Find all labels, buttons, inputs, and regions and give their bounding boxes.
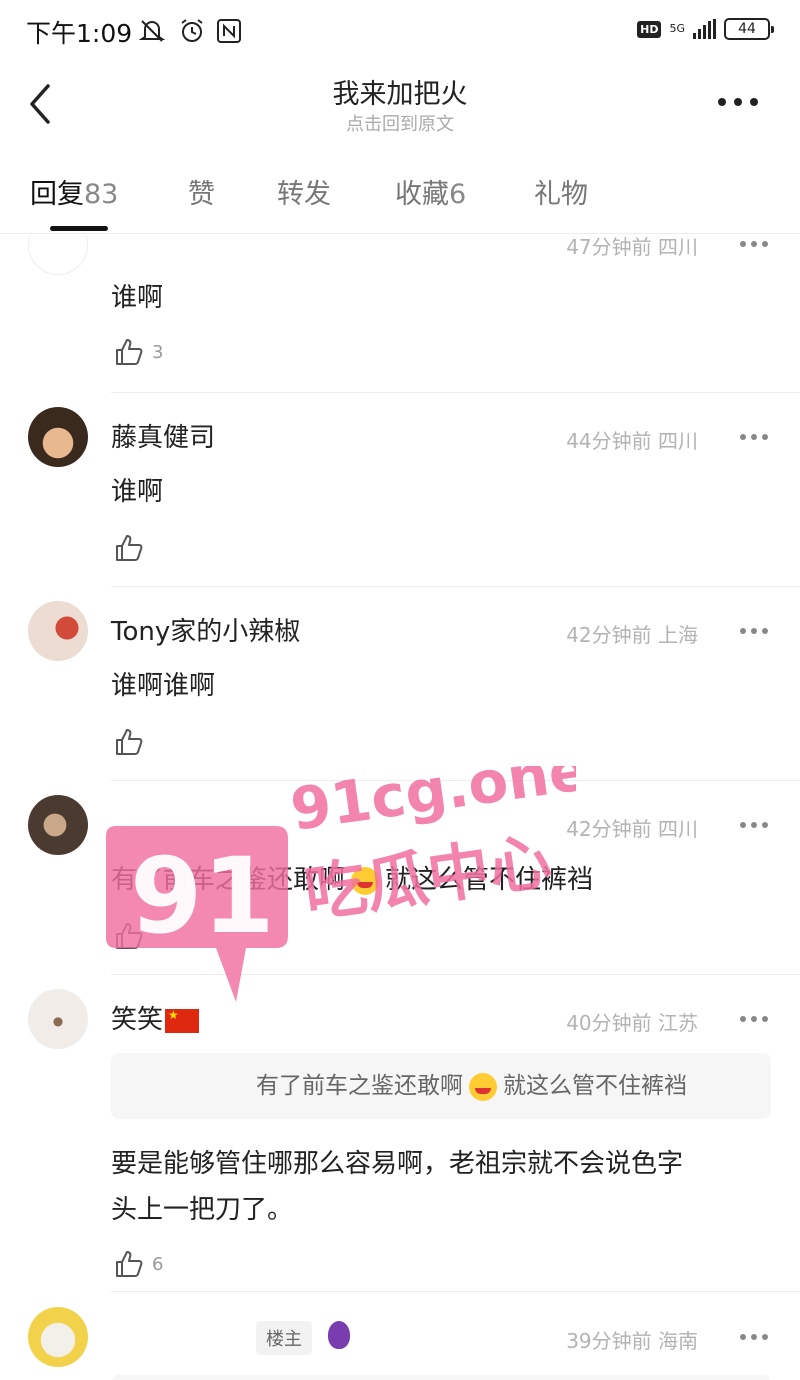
username[interactable]: 笑笑 (111, 999, 200, 1036)
divider (111, 780, 800, 781)
grin-sweat-emoji-icon (469, 1072, 497, 1101)
thumbs-up-icon (116, 1251, 143, 1277)
like-button[interactable]: 6 (114, 1249, 163, 1279)
username[interactable]: Tony家的小辣椒 (111, 611, 300, 648)
comment-more-icon[interactable] (740, 1016, 770, 1024)
more-options-icon[interactable] (718, 98, 760, 108)
back-to-original-link[interactable]: 点击回到原文 (0, 110, 800, 136)
comment-meta: 44分钟前 四川 (566, 429, 698, 453)
status-bar: 下午1:09 HD 5G 44 (0, 0, 800, 64)
comment-text: 谁啊 (111, 477, 164, 507)
hd-icon: HD (637, 20, 662, 38)
tab-bar: 回复83 赞 转发 收藏6 礼物 (0, 160, 800, 234)
comment-text: 谁啊 (111, 283, 164, 313)
divider (111, 1291, 800, 1292)
divider (111, 586, 800, 587)
alarm-icon (178, 14, 206, 48)
comment-more-icon[interactable] (740, 241, 770, 249)
battery-icon: 44 (724, 18, 774, 40)
avatar[interactable] (28, 795, 88, 855)
tab-reposts[interactable]: 转发 (277, 172, 331, 211)
comment-text: 谁啊谁啊 (111, 671, 216, 701)
comment-meta: 47分钟前 四川 (566, 235, 698, 259)
username[interactable]: 藤真健司 (111, 417, 215, 454)
signal-icon (693, 19, 716, 39)
like-count: 6 (152, 1253, 164, 1275)
avatar[interactable] (28, 601, 88, 661)
thumbs-up-icon (116, 535, 143, 561)
china-flag-icon (165, 1008, 200, 1033)
like-button[interactable] (114, 921, 144, 951)
nav-bar: 我来加把火 点击回到原文 (0, 64, 800, 144)
op-badge: 楼主 (256, 1321, 312, 1355)
tab-likes[interactable]: 赞 (188, 172, 215, 211)
comment-text: 要是能够管住哪那么容易啊，老祖宗就不会说色字 头上一把刀了。 (111, 1149, 684, 1225)
divider (111, 392, 800, 393)
status-time: 下午1:09 (26, 19, 133, 48)
avatar[interactable] (28, 989, 88, 1049)
network-label: 5G (669, 22, 685, 35)
tab-favorites[interactable]: 收藏6 (395, 172, 466, 211)
grin-sweat-emoji-icon (351, 866, 380, 895)
comment-more-icon[interactable] (740, 434, 770, 442)
like-button[interactable]: 3 (114, 337, 163, 367)
comment-more-icon[interactable] (740, 628, 770, 636)
active-tab-indicator (50, 226, 108, 231)
eggplant-icon (328, 1321, 350, 1349)
avatar[interactable] (28, 235, 88, 275)
divider (111, 974, 800, 975)
like-count: 3 (152, 341, 164, 363)
like-button[interactable] (114, 727, 144, 757)
comment-meta: 39分钟前 海南 (566, 1329, 698, 1353)
comment-text: 有了前车之鉴还敢啊 就这么管不住裤裆 (111, 865, 594, 895)
tab-replies[interactable]: 回复83 (30, 172, 118, 211)
thumbs-up-icon (116, 339, 143, 365)
thumbs-up-icon (116, 923, 143, 949)
comment-list[interactable]: 47分钟前 四川 谁啊 3 藤真健司 44分钟前 四川 谁啊 Tony家的小辣椒… (0, 235, 800, 1380)
comment-meta: 42分钟前 四川 (566, 817, 698, 841)
comment-more-icon[interactable] (740, 822, 770, 830)
like-button[interactable] (114, 533, 144, 563)
quoted-reply[interactable]: 有了前车之鉴还敢啊 就这么管不住裤裆 (111, 1053, 771, 1119)
comment-more-icon[interactable] (740, 1334, 770, 1342)
thumbs-up-icon (116, 729, 143, 755)
comment-meta: 42分钟前 上海 (566, 623, 698, 647)
nfc-icon (216, 14, 242, 48)
avatar[interactable] (28, 407, 88, 467)
mute-icon (138, 14, 166, 48)
tab-gifts[interactable]: 礼物 (534, 172, 588, 211)
quoted-reply[interactable] (111, 1375, 771, 1380)
comment-meta: 40分钟前 江苏 (566, 1011, 698, 1035)
page-title: 我来加把火 (332, 79, 468, 110)
avatar[interactable] (28, 1307, 88, 1367)
